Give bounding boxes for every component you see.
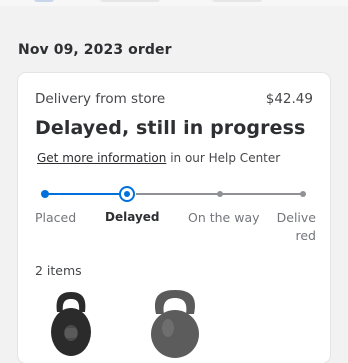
more-information-link[interactable]: Get more information: [37, 151, 166, 165]
tab-indicator: [34, 0, 54, 2]
order-status-card: Delivery from store $42.49 Delayed, stil…: [18, 73, 330, 363]
step-label-delayed: Delayed: [105, 210, 160, 224]
order-status-title: Delayed, still in progress: [35, 117, 306, 139]
product-thumbnail[interactable]: [146, 288, 204, 362]
product-thumbnail[interactable]: [48, 288, 94, 362]
order-total-price: $42.49: [265, 91, 313, 107]
step-label-placed: Placed: [35, 210, 77, 225]
step-dot-delivered: [300, 191, 306, 197]
progress-line-complete: [44, 193, 128, 195]
step-label-on-the-way: On the way: [188, 210, 260, 225]
step-dot-on-the-way: [217, 191, 223, 197]
top-tab-strip: [0, 0, 348, 6]
help-center-suffix: in our Help Center: [170, 151, 281, 165]
delivery-type-label: Delivery from store: [35, 91, 166, 107]
step-dot-delayed: [119, 186, 135, 202]
tab-indicator: [212, 0, 262, 2]
step-dot-placed: [41, 190, 49, 198]
order-date-heading: Nov 09, 2023 order: [18, 42, 172, 58]
tab-indicator: [100, 0, 160, 2]
order-progress-tracker: [18, 183, 330, 207]
step-label-delivered: Delivered: [276, 210, 316, 243]
items-count: 2 items: [35, 263, 82, 278]
help-center-line: Get more information in our Help Center: [37, 151, 280, 165]
